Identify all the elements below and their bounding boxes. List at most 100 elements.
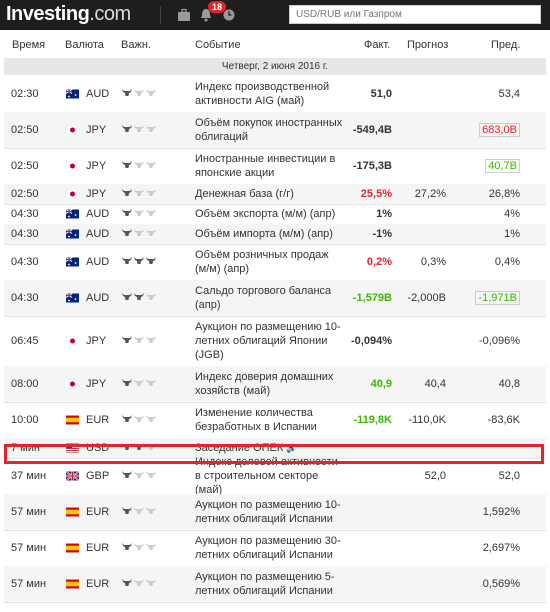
event-title: Объём розничных продаж (м/м) (апр)	[195, 249, 329, 275]
col-currency[interactable]: Валюта	[65, 39, 104, 51]
event-name[interactable]: Аукцион по размещению 5-летних облигаций…	[195, 570, 345, 598]
event-currency: AUD	[86, 256, 110, 268]
event-previous: 4%	[504, 208, 520, 220]
search-input[interactable]	[289, 5, 541, 24]
event-name[interactable]: Аукцион по размещению 10-летних облигаци…	[195, 320, 345, 362]
event-previous: 2,697%	[482, 542, 520, 554]
event-name[interactable]: Индекс доверия домашних хозяйств (май)	[195, 370, 345, 398]
event-actual: 25,5%	[360, 188, 392, 200]
col-event[interactable]: Событие	[195, 39, 241, 51]
event-previous: 1,592%	[482, 506, 520, 518]
event-currency: AUD	[86, 228, 110, 240]
highlight-box	[4, 444, 544, 464]
event-previous: 0,569%	[482, 578, 520, 590]
event-actual: -0,094%	[351, 335, 392, 347]
es-flag-icon	[66, 543, 79, 553]
table-row[interactable]: 04:30 AUD Сальдо торгового баланса (апр) -1…	[4, 280, 546, 317]
event-previous: -83,6K	[487, 414, 520, 426]
col-actual[interactable]: Факт.	[364, 39, 390, 51]
jp-flag-icon	[66, 336, 79, 346]
event-time: 57 мин	[11, 506, 47, 518]
importance-bulls-icon	[122, 88, 158, 100]
event-name[interactable]: Объём экспорта (м/м) (апр)	[195, 207, 345, 221]
event-time: 06:45	[11, 335, 39, 347]
col-time[interactable]: Время	[12, 39, 45, 51]
importance-bulls-icon	[122, 542, 158, 554]
importance-bulls-icon	[122, 228, 158, 240]
col-forecast[interactable]: Прогноз	[407, 39, 448, 51]
event-actual: -549,4B	[352, 124, 392, 136]
event-forecast: 40,4	[424, 378, 446, 390]
event-name[interactable]: Аукцион по размещению 30-летних облигаци…	[195, 534, 345, 562]
event-previous: 0,4%	[494, 256, 520, 268]
col-importance[interactable]: Важн.	[121, 39, 151, 51]
event-currency: EUR	[86, 578, 110, 590]
importance-bulls-icon	[122, 160, 158, 172]
event-name[interactable]: Индекс производственной активности AIG (…	[195, 80, 345, 108]
table-row[interactable]: 10:00 EUR Изменение количества безработных…	[4, 402, 546, 439]
table-row[interactable]: 57 мин EUR Аукцион по размещению 10-летних…	[4, 494, 546, 531]
table-row[interactable]: 06:45 JPY Аукцион по размещению 10-летних …	[4, 316, 546, 367]
event-name[interactable]: Аукцион по размещению 10-летних облигаци…	[195, 498, 345, 526]
briefcase-icon[interactable]	[177, 8, 191, 22]
event-previous: -1,971B	[475, 291, 520, 305]
event-time: 02:50	[11, 160, 39, 172]
event-title: Денежная база (г/г)	[195, 188, 294, 200]
table-row[interactable]: 04:30 AUD Объём розничных продаж (м/м) (ап…	[4, 244, 546, 281]
jp-flag-icon	[66, 125, 79, 135]
gb-flag-icon	[66, 471, 79, 481]
col-previous[interactable]: Пред.	[491, 39, 520, 51]
event-time: 57 мин	[11, 542, 47, 554]
event-actual: -1%	[372, 228, 392, 240]
event-previous: 26,8%	[488, 188, 520, 200]
event-name[interactable]: Изменение количества безработных в Испан…	[195, 406, 345, 434]
table-row[interactable]: 08:00 JPY Индекс доверия домашних хозяйств…	[4, 366, 546, 403]
importance-bulls-icon	[122, 578, 158, 590]
table-row[interactable]: 02:50 JPY Денежная база (г/г) 25,5% 27,2% 26,…	[4, 184, 546, 205]
event-time: 02:50	[11, 188, 39, 200]
top-bar: Investing.com 18	[0, 0, 550, 30]
investing-logo[interactable]: Investing.com	[6, 3, 131, 26]
es-flag-icon	[66, 579, 79, 589]
event-forecast: 0,3%	[420, 256, 446, 268]
event-name[interactable]: Сальдо торгового баланса (апр)	[195, 284, 345, 312]
au-flag-icon	[66, 293, 79, 303]
date-row: Четверг, 2 июня 2016 г.	[4, 58, 546, 75]
event-name[interactable]: Объём покупок иностранных облигаций	[195, 116, 345, 144]
table-row[interactable]: 02:50 JPY Объём покупок иностранных облига…	[4, 112, 546, 149]
event-currency: JPY	[86, 335, 107, 347]
event-title: Индекс производственной активности AIG (…	[195, 81, 330, 107]
clock-icon[interactable]	[222, 8, 236, 22]
event-name[interactable]: Иностранные инвестиции в японские акции	[195, 152, 345, 180]
importance-bulls-icon	[122, 188, 158, 200]
event-name[interactable]: Объём розничных продаж (м/м) (апр)	[195, 248, 345, 276]
event-currency: JPY	[86, 188, 107, 200]
table-row[interactable]: 57 мин EUR Аукцион по размещению 5-летних …	[4, 566, 546, 603]
event-forecast: 52,0	[424, 470, 446, 482]
au-flag-icon	[66, 257, 79, 267]
event-name[interactable]: Объём импорта (м/м) (апр)	[195, 227, 345, 241]
divider	[160, 6, 161, 24]
event-currency: JPY	[86, 124, 107, 136]
event-time: 02:50	[11, 124, 39, 136]
table-row[interactable]: 04:30 AUD Объём импорта (м/м) (апр) -1% 1%	[4, 224, 546, 245]
event-time: 04:30	[11, 256, 39, 268]
event-previous: 1%	[504, 228, 520, 240]
importance-bulls-icon	[122, 470, 158, 482]
event-title: Аукцион по размещению 10-летних облигаци…	[195, 321, 341, 361]
event-time: 37 мин	[11, 470, 47, 482]
event-title: Объём экспорта (м/м) (апр)	[195, 208, 336, 220]
table-row[interactable]: 57 мин EUR Аукцион по размещению 30-летних…	[4, 530, 546, 567]
table-row[interactable]: 02:30 AUD Индекс производственной активнос…	[4, 76, 546, 113]
event-title: Иностранные инвестиции в японские акции	[195, 153, 336, 179]
table-row[interactable]: 04:30 AUD Объём экспорта (м/м) (апр) 1% 4%	[4, 204, 546, 225]
importance-bulls-icon	[122, 335, 158, 347]
table-row[interactable]: 02:50 JPY Иностранные инвестиции в японски…	[4, 148, 546, 185]
jp-flag-icon	[66, 379, 79, 389]
event-currency: AUD	[86, 208, 110, 220]
event-name[interactable]: Денежная база (г/г)	[195, 187, 345, 201]
event-currency: JPY	[86, 378, 107, 390]
event-actual: -1,579B	[352, 292, 392, 304]
au-flag-icon	[66, 229, 79, 239]
event-time: 02:30	[11, 88, 39, 100]
